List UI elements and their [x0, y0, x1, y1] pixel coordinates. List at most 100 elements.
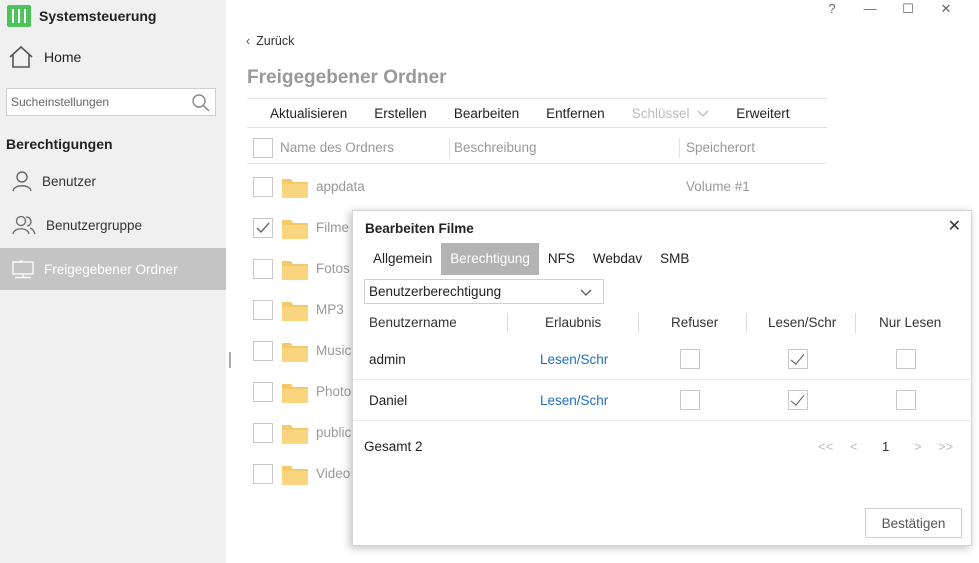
sidebar-item-users[interactable]: Benutzer [0, 161, 226, 201]
home-nav-item[interactable]: Home [8, 42, 81, 72]
close-icon[interactable]: ✕ [948, 216, 961, 236]
user-group-icon [12, 215, 36, 235]
edit-button[interactable]: Bearbeiten [454, 106, 519, 121]
permission-value: Lesen/Schr [540, 393, 609, 408]
row-checkbox[interactable] [253, 341, 273, 361]
page-title: Freigegebener Ordner [247, 67, 447, 88]
tab-webdav[interactable]: Webdav [584, 243, 651, 275]
chevron-down-icon [580, 289, 592, 296]
sidebar-resize-handle[interactable] [229, 352, 231, 368]
advanced-button[interactable]: Erweitert [736, 106, 789, 121]
back-link[interactable]: ‹ Zurück [246, 34, 294, 48]
folder-name: Video [316, 466, 351, 481]
column-divider [855, 313, 856, 333]
username: Daniel [369, 393, 408, 408]
select-all-checkbox[interactable] [253, 138, 273, 158]
sidebar: Systemsteuerung Home Berechtigungen Benu… [0, 0, 226, 563]
help-button[interactable]: ? [813, 0, 851, 20]
tab-smb[interactable]: SMB [651, 243, 698, 275]
folder-name: Music [316, 343, 352, 358]
app-title: Systemsteuerung [39, 8, 157, 24]
row-checkbox[interactable] [253, 382, 273, 402]
folder-icon [282, 261, 308, 280]
deny-checkbox[interactable] [680, 349, 700, 369]
confirm-button[interactable]: Bestätigen [865, 508, 962, 538]
username: admin [369, 352, 406, 367]
row-checkbox[interactable] [253, 300, 273, 320]
permission-value: Lesen/Schr [540, 352, 609, 367]
permission-type-select[interactable]: Benutzerberechtigung [364, 279, 604, 304]
pager-current-page[interactable]: 1 [882, 439, 889, 454]
sidebar-item-label: Freigegebener Ordner [44, 261, 178, 277]
column-divider[interactable] [679, 138, 680, 158]
refresh-button[interactable]: Aktualisieren [270, 106, 347, 121]
maximize-button[interactable]: ☐ [889, 0, 927, 20]
dialog-tabs: Allgemein Berechtigung NFS Webdav SMB [364, 243, 698, 275]
back-label: Zurück [256, 34, 295, 48]
tab-nfs[interactable]: NFS [539, 243, 584, 275]
shared-folder-icon [12, 259, 34, 279]
row-checkbox[interactable] [253, 259, 273, 279]
pager-next-button[interactable]: > [914, 439, 922, 454]
column-header-description[interactable]: Beschreibung [454, 140, 537, 155]
row-checkbox[interactable] [253, 464, 273, 484]
column-header-name[interactable]: Name des Ordners [280, 140, 394, 155]
edit-folder-dialog: Bearbeiten Filme ✕ Allgemein Berechtigun… [352, 210, 973, 546]
column-header-read-write: Lesen/Schr [768, 315, 837, 330]
folder-icon [282, 466, 308, 485]
row-checkbox[interactable] [253, 423, 273, 443]
section-title-permissions: Berechtigungen [6, 136, 113, 152]
minimize-button[interactable]: — [851, 0, 889, 20]
folder-name: appdata [316, 179, 365, 194]
column-header-permission: Erlaubnis [545, 315, 602, 330]
folder-icon [282, 425, 308, 444]
read-write-checkbox[interactable] [788, 349, 808, 369]
sidebar-item-user-groups[interactable]: Benutzergruppe [0, 205, 226, 245]
dialog-title: Bearbeiten Filme [365, 221, 474, 236]
folder-name: MP3 [316, 302, 344, 317]
home-label: Home [44, 49, 82, 65]
column-header-read-only: Nur Lesen [879, 315, 942, 330]
search-icon[interactable] [191, 93, 211, 113]
chevron-down-icon [697, 110, 709, 117]
column-divider[interactable] [449, 138, 450, 158]
row-checkbox[interactable] [253, 218, 273, 238]
pager-last-button[interactable]: >> [938, 439, 953, 454]
remove-button[interactable]: Entfernen [546, 106, 605, 121]
folder-icon [282, 384, 308, 403]
key-dropdown[interactable]: Schlüssel [632, 106, 710, 121]
folder-name: public [316, 425, 352, 440]
permission-row: Daniel Lesen/Schr [353, 380, 973, 421]
user-icon [12, 171, 32, 192]
column-divider [638, 313, 639, 333]
tab-general[interactable]: Allgemein [364, 243, 441, 275]
pager-prev-button[interactable]: < [850, 439, 858, 454]
row-checkbox[interactable] [253, 177, 273, 197]
window-controls: ? — ☐ ✕ [813, 0, 965, 20]
folder-table-header: Name des Ordners Beschreibung Speicheror… [247, 134, 827, 164]
column-header-location[interactable]: Speicherort [686, 140, 755, 155]
read-write-checkbox[interactable] [788, 390, 808, 410]
sidebar-item-label: Benutzer [42, 173, 97, 189]
folder-name: Fotos [316, 261, 350, 276]
permission-table-header: Benutzername Erlaubnis Refuser Lesen/Sch… [353, 310, 973, 338]
tab-permission[interactable]: Berechtigung [441, 243, 539, 275]
deny-checkbox[interactable] [680, 390, 700, 410]
toolbar: Aktualisieren Erstellen Bearbeiten Entfe… [247, 98, 827, 128]
folder-icon [282, 343, 308, 362]
read-only-checkbox[interactable] [896, 349, 916, 369]
sidebar-item-shared-folder[interactable]: Freigegebener Ordner [0, 248, 226, 290]
permission-type-value: Benutzerberechtigung [369, 284, 502, 299]
column-header-username: Benutzername [369, 315, 457, 330]
folder-icon [282, 179, 308, 198]
pager-first-button[interactable]: << [818, 439, 833, 454]
column-divider [746, 313, 747, 333]
search-input[interactable] [11, 95, 191, 109]
chevron-left-icon: ‹ [246, 34, 251, 48]
close-window-button[interactable]: ✕ [927, 0, 965, 20]
table-row[interactable]: appdata Volume #1 [247, 167, 827, 208]
search-box [6, 88, 216, 116]
create-button[interactable]: Erstellen [374, 106, 427, 121]
read-only-checkbox[interactable] [896, 390, 916, 410]
home-icon [9, 45, 33, 68]
